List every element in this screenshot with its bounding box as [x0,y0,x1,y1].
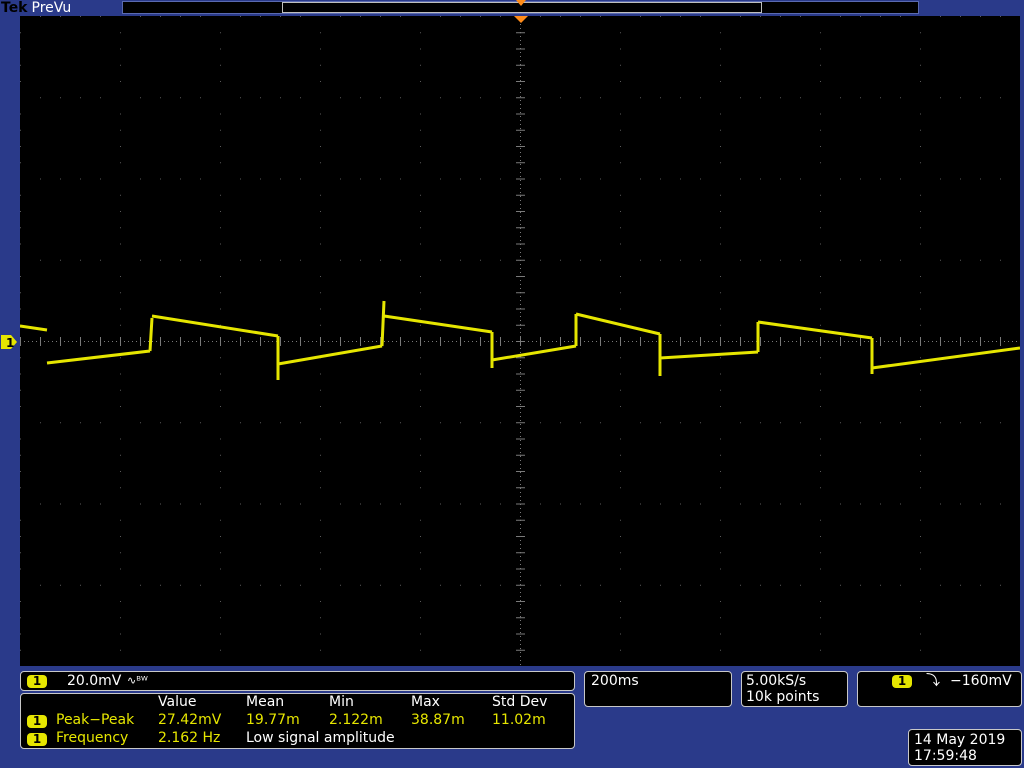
measurement-mean: 19.77m [246,712,300,728]
header-value: Value [158,694,197,710]
header-min: Min [329,694,354,710]
measurement-value: 27.42mV [158,712,222,728]
horizontal-scale-readout[interactable]: 200ms [584,671,732,707]
measurement-note: Low signal amplitude [246,730,395,746]
channel-1-marker-label: 1 [6,336,14,350]
grid-lines [20,16,1021,667]
graticule-grid [19,16,1021,667]
falling-edge-icon: ⤵ [926,673,940,689]
channel-badge: 1 [27,715,47,728]
trigger-level: −160mV [950,673,1012,689]
measurement-max: 38.87m [411,712,465,728]
trigger-position-marker-icon[interactable] [514,16,528,23]
channel-badge: 1 [27,733,47,746]
header-std-dev: Std Dev [492,694,548,710]
measurement-name: Frequency [56,730,129,746]
sample-rate: 5.00kS/s [746,673,807,689]
measurement-value: 2.162 Hz [158,730,221,746]
vertical-scale-readout[interactable]: 1 20.0mV ∿ᴮᵂ [20,671,575,691]
measurement-table[interactable]: Value Mean Min Max Std Dev 1 Peak−Peak 2… [20,693,575,749]
measurement-name: Peak−Peak [56,712,135,728]
measurement-min: 2.122m [329,712,383,728]
time-label: 17:59:48 [914,748,977,764]
trigger-channel-badge: 1 [892,675,912,688]
bandwidth-limit-icon: ∿ᴮᵂ [127,674,148,687]
waveform-display[interactable] [19,16,1021,667]
trigger-position-icon[interactable] [516,0,526,6]
header-mean: Mean [246,694,285,710]
header-max: Max [411,694,440,710]
vertical-scale-value: 20.0mV [67,673,122,689]
trigger-readout[interactable]: 1 ⤵ −160mV [857,671,1022,707]
acquisition-mode-label: PreVu [31,0,72,16]
time-per-division: 200ms [591,673,639,689]
channel-1-ground-marker-icon[interactable]: 1 [0,333,18,351]
date-label: 14 May 2019 [914,732,1006,748]
channel-badge: 1 [27,675,47,688]
acquisition-readout[interactable]: 5.00kS/s 10k points [741,671,848,707]
record-length: 10k points [746,689,820,705]
brand-maker: Tek [1,0,28,16]
date-time-readout: 14 May 2019 17:59:48 [908,729,1022,766]
measurement-std-dev: 11.02m [492,712,546,728]
